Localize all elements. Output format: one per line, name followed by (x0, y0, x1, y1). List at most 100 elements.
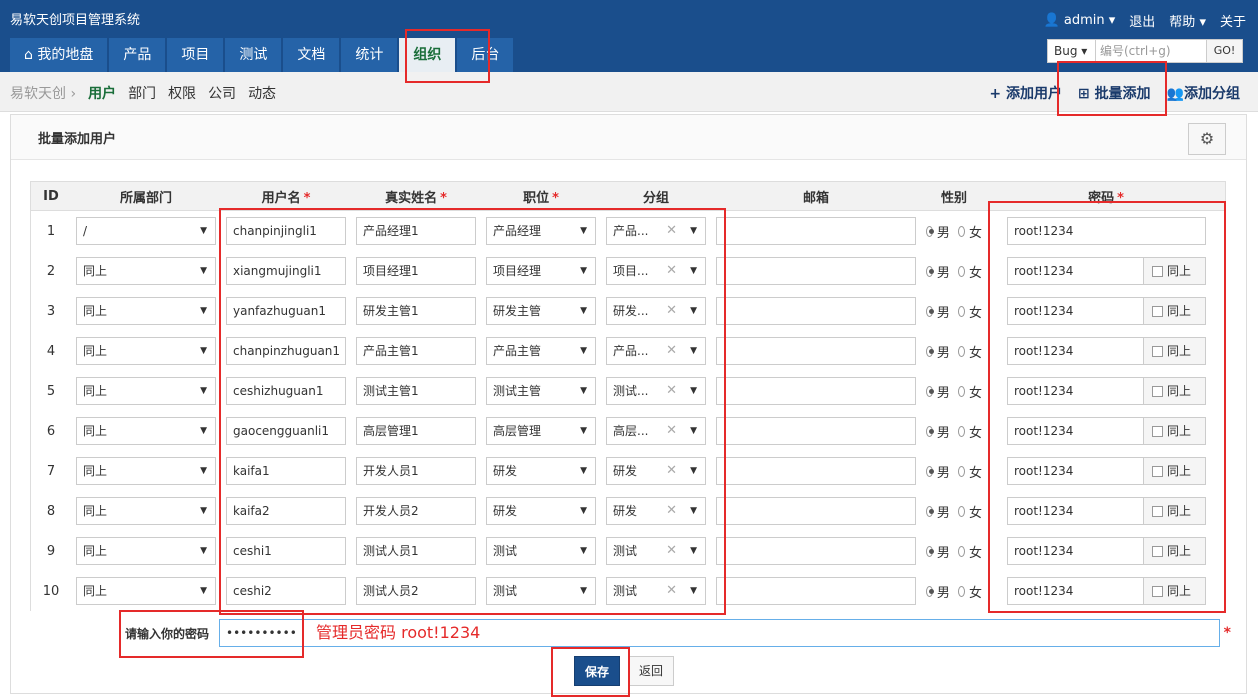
dept-select[interactable]: 同上 (76, 257, 216, 285)
same-as-above-checkbox[interactable]: 同上 (1144, 537, 1206, 565)
dept-select[interactable]: / (76, 217, 216, 245)
group-select[interactable]: 项目... ✕ (606, 257, 706, 285)
gender-male-radio[interactable] (926, 345, 934, 357)
clear-icon[interactable]: ✕ (666, 338, 677, 364)
gender-male-radio[interactable] (926, 465, 934, 477)
same-as-above-checkbox[interactable]: 同上 (1144, 577, 1206, 605)
role-select[interactable]: 测试 (486, 537, 596, 565)
dept-select[interactable]: 同上 (76, 537, 216, 565)
email-input[interactable] (716, 577, 916, 605)
clear-icon[interactable]: ✕ (666, 578, 677, 604)
email-input[interactable] (716, 377, 916, 405)
username-input[interactable]: xiangmujingli1 (226, 257, 346, 285)
same-as-above-checkbox[interactable]: 同上 (1144, 257, 1206, 285)
role-select[interactable]: 研发主管 (486, 297, 596, 325)
group-select[interactable]: 产品... ✕ (606, 217, 706, 245)
gender-male-radio[interactable] (926, 585, 934, 597)
realname-input[interactable]: 项目经理1 (356, 257, 476, 285)
clear-icon[interactable]: ✕ (666, 258, 677, 284)
dept-select[interactable]: 同上 (76, 417, 216, 445)
role-select[interactable]: 项目经理 (486, 257, 596, 285)
email-input[interactable] (716, 457, 916, 485)
subnav-item-users[interactable]: 用户 (88, 83, 116, 103)
save-button[interactable]: 保存 (574, 656, 620, 686)
subnav-item-company[interactable]: 公司 (208, 83, 236, 103)
same-as-above-checkbox[interactable]: 同上 (1144, 377, 1206, 405)
realname-input[interactable]: 产品主管1 (356, 337, 476, 365)
realname-input[interactable]: 开发人员2 (356, 497, 476, 525)
verify-password-input[interactable]: •••••••••• 管理员密码 root!1234 (219, 619, 1220, 647)
gender-female-radio[interactable] (958, 345, 965, 357)
gender-male-radio[interactable] (926, 385, 934, 397)
username-input[interactable]: ceshi2 (226, 577, 346, 605)
clear-icon[interactable]: ✕ (666, 298, 677, 324)
dept-select[interactable]: 同上 (76, 297, 216, 325)
realname-input[interactable]: 测试人员2 (356, 577, 476, 605)
gender-female-radio[interactable] (958, 265, 965, 277)
group-select[interactable]: 研发... ✕ (606, 297, 706, 325)
group-select[interactable]: 测试 ✕ (606, 537, 706, 565)
clear-icon[interactable]: ✕ (666, 498, 677, 524)
batch-add-button[interactable]: ⊞ 批量添加 (1078, 83, 1151, 103)
password-input[interactable]: root!1234 (1007, 417, 1144, 445)
realname-input[interactable]: 产品经理1 (356, 217, 476, 245)
gender-female-radio[interactable] (958, 545, 965, 557)
group-select[interactable]: 研发 ✕ (606, 497, 706, 525)
tab-5[interactable]: 统计 (341, 38, 398, 72)
tab-2[interactable]: 项目 (167, 38, 224, 72)
realname-input[interactable]: 开发人员1 (356, 457, 476, 485)
role-select[interactable]: 产品经理 (486, 217, 596, 245)
tab-3[interactable]: 测试 (225, 38, 282, 72)
email-input[interactable] (716, 257, 916, 285)
dept-select[interactable]: 同上 (76, 497, 216, 525)
email-input[interactable] (716, 497, 916, 525)
gender-male-radio[interactable] (926, 225, 934, 237)
role-select[interactable]: 研发 (486, 457, 596, 485)
tab-7[interactable]: 后台 (457, 38, 514, 72)
add-user-button[interactable]: + 添加用户 (989, 83, 1062, 103)
gender-female-radio[interactable] (958, 305, 965, 317)
realname-input[interactable]: 高层管理1 (356, 417, 476, 445)
dept-select[interactable]: 同上 (76, 377, 216, 405)
clear-icon[interactable]: ✕ (666, 418, 677, 444)
username-input[interactable]: kaifa2 (226, 497, 346, 525)
role-select[interactable]: 测试主管 (486, 377, 596, 405)
gear-icon[interactable]: ⚙ (1188, 123, 1226, 155)
same-as-above-checkbox[interactable]: 同上 (1144, 297, 1206, 325)
gender-male-radio[interactable] (926, 505, 934, 517)
username-input[interactable]: chanpinzhuguan1 (226, 337, 346, 365)
email-input[interactable] (716, 337, 916, 365)
gender-male-radio[interactable] (926, 425, 934, 437)
password-input[interactable]: root!1234 (1007, 497, 1144, 525)
username-input[interactable]: yanfazhuguan1 (226, 297, 346, 325)
gender-female-radio[interactable] (958, 225, 965, 237)
password-input[interactable]: root!1234 (1007, 457, 1144, 485)
realname-input[interactable]: 测试人员1 (356, 537, 476, 565)
group-select[interactable]: 高层... ✕ (606, 417, 706, 445)
about-link[interactable]: 关于 (1220, 11, 1246, 30)
same-as-above-checkbox[interactable]: 同上 (1144, 497, 1206, 525)
role-select[interactable]: 高层管理 (486, 417, 596, 445)
dept-select[interactable]: 同上 (76, 577, 216, 605)
password-input[interactable]: root!1234 (1007, 337, 1144, 365)
subnav-item-permission[interactable]: 权限 (168, 83, 196, 103)
username-input[interactable]: ceshi1 (226, 537, 346, 565)
tab-1[interactable]: 产品 (109, 38, 166, 72)
user-menu[interactable]: 👤 admin ▾ (1044, 13, 1116, 28)
search-type-select[interactable]: Bug ▾ (1048, 40, 1096, 62)
role-select[interactable]: 产品主管 (486, 337, 596, 365)
search-go-button[interactable]: GO! (1206, 40, 1242, 62)
add-group-button[interactable]: 👥添加分组 (1167, 83, 1240, 103)
gender-female-radio[interactable] (958, 425, 965, 437)
tab-4[interactable]: 文档 (283, 38, 340, 72)
password-input[interactable]: root!1234 (1007, 377, 1144, 405)
realname-input[interactable]: 研发主管1 (356, 297, 476, 325)
email-input[interactable] (716, 417, 916, 445)
email-input[interactable] (716, 537, 916, 565)
same-as-above-checkbox[interactable]: 同上 (1144, 337, 1206, 365)
group-select[interactable]: 测试... ✕ (606, 377, 706, 405)
email-input[interactable] (716, 297, 916, 325)
subnav-item-dept[interactable]: 部门 (128, 83, 156, 103)
password-input[interactable]: root!1234 (1007, 577, 1144, 605)
username-input[interactable]: chanpinjingli1 (226, 217, 346, 245)
